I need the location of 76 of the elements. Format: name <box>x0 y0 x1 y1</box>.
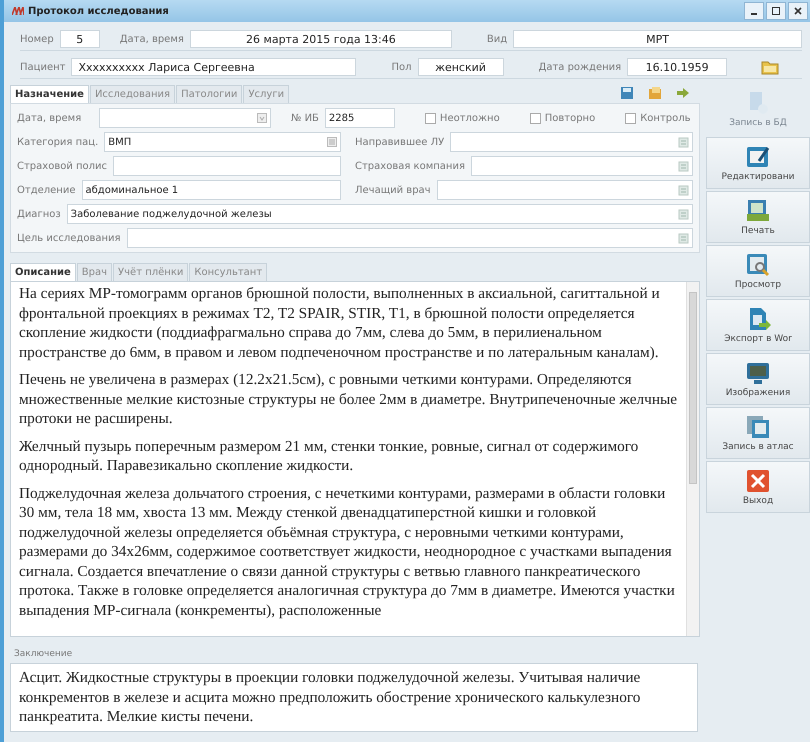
field-label: Страховая компания <box>355 160 465 172</box>
description-text-area[interactable] <box>10 281 700 637</box>
paragraph: Печень не увеличена в размерах (12.2х21.5см), с ровными четкими контурами. Определяются множественные мелкие кистозные структуры не более 2мм в диаметре. Внутрипеченочные желчные протоки не расширены. <box>19 370 678 428</box>
field-label: Дата, время <box>17 112 82 124</box>
field-label: Дата рождения <box>538 62 622 72</box>
sex-field[interactable]: женский <box>418 58 504 76</box>
purpose-field[interactable] <box>126 228 693 248</box>
field-label: Категория пац. <box>17 136 98 148</box>
calendar-icon[interactable] <box>257 113 267 123</box>
field-label: Направившее ЛУ <box>355 136 444 148</box>
monitor-icon <box>745 360 771 386</box>
toolbar-button[interactable]: Печать <box>706 191 810 243</box>
case-number-field[interactable]: 2285 <box>324 108 395 128</box>
field-label: Страховой полис <box>17 160 108 172</box>
field-label: Пациент <box>20 62 66 72</box>
list-icon[interactable] <box>327 137 337 147</box>
toolbar-button[interactable]: Просмотр <box>706 245 810 297</box>
patient-field[interactable]: Xxxxxxxxxx Лариса Сергеевна <box>71 58 356 76</box>
department-field[interactable]: абдоминальное 1 <box>82 180 341 200</box>
lookup-icon[interactable] <box>678 136 689 148</box>
tab[interactable]: Описание <box>10 263 76 281</box>
field-label: № ИБ <box>291 112 319 124</box>
maximize-button[interactable] <box>766 2 786 20</box>
paragraph: Поджелудочная железа дольчатого строения, с нечеткими контурами, размерами в области головки 30 мм, тела 18 мм, хвоста 13 мм. Между стенкой двенадцатиперстной кишки и головкой поджелудочной железы определяется объёмная структура, с неровными четкими контурами, размерами до 34х26мм, содержимое соответствует жидкости, неоднородное с участками выпадения сигнала. Создается впечатление о связи данной структуры с ветвью главного панкреатического протока. Также в головке определяется аналогичная структура до 7мм в диаметре. Имеются участки выпадения МР-сигнала (конкременты), расположенные <box>19 484 676 620</box>
number-field[interactable]: 5 <box>60 30 100 48</box>
window-title: Протокол исследования <box>28 6 169 16</box>
edit-icon <box>745 144 771 170</box>
field-label: Вид <box>486 34 508 44</box>
lookup-icon[interactable] <box>678 160 689 172</box>
atlas-icon <box>745 414 771 440</box>
datetime-field[interactable]: 26 марта 2015 года 13:46 <box>190 30 452 48</box>
toolbar-button[interactable]: Редактировани <box>706 137 810 189</box>
save-icon[interactable] <box>620 86 634 100</box>
scrollbar[interactable] <box>686 282 699 636</box>
field-label: Пол <box>391 62 412 72</box>
preview-icon <box>745 252 771 278</box>
birth-date-field[interactable]: 16.10.1959 <box>627 58 728 76</box>
insurer-field[interactable] <box>470 156 693 176</box>
arrow-icon[interactable] <box>676 86 690 100</box>
close-icon <box>745 468 771 494</box>
lookup-icon[interactable] <box>678 184 689 196</box>
logo-icon <box>12 7 24 15</box>
category-field[interactable]: ВМП <box>104 132 341 152</box>
field-label: Цель исследования <box>17 232 121 244</box>
paragraph: На сериях МР-томограмм органов брюшной полости, выполненных в аксиальной, сагиттальной и фронтальной проекциях в режимах T2, T2 SPAIR, STIR, T1, в брюшной полости определяется скопление жидкости (поддиафрагмально справа до 7мм, слева до 5мм, в перилиенальном пространстве до 6мм, в правом и левом подпеченочном пространстве и по латеральным каналам). <box>19 284 661 362</box>
policy-field[interactable] <box>113 156 341 176</box>
diagnosis-field[interactable]: Заболевание поджелудочной железы <box>66 204 693 224</box>
field-label: Отделение <box>17 184 76 196</box>
maximize-icon <box>772 7 780 15</box>
toolbar-button[interactable]: Экспорт в Wor <box>706 299 810 351</box>
checkbox[interactable]: Неотложно <box>424 112 500 124</box>
toolbar-button[interactable]: Изображения <box>706 353 810 405</box>
field-label: Номер <box>20 34 54 44</box>
type-field[interactable]: МРТ <box>513 30 802 48</box>
field-label: Лечащий врач <box>355 184 431 196</box>
toolbar-button[interactable]: Запись в атлас <box>706 407 810 459</box>
referrer-field[interactable] <box>450 132 693 152</box>
minimize-button[interactable] <box>744 2 764 20</box>
close-button[interactable] <box>788 2 808 20</box>
checkbox[interactable]: Повторно <box>530 112 596 124</box>
field-label: Диагноз <box>17 208 61 220</box>
folder-icon[interactable] <box>761 60 780 74</box>
checkbox[interactable]: Контроль <box>625 112 691 124</box>
section-label: Заключение <box>14 649 74 659</box>
field-label: Дата, время <box>120 34 184 44</box>
folder-icon[interactable] <box>648 86 662 100</box>
toolbar-button[interactable]: Выход <box>706 461 810 513</box>
conclusion-text-area[interactable]: Асцит. Жидкостные структуры в проекции головки поджелудочной железы. Учитывая наличие конкрементов в железе и асцита можно предположить обострение хронического калькулезного панкреатита. Мелкие кисты печени. <box>10 663 698 732</box>
lookup-icon[interactable] <box>678 232 689 244</box>
date-field[interactable] <box>99 108 271 128</box>
lookup-icon[interactable] <box>678 208 689 220</box>
doctor-field[interactable] <box>436 180 693 200</box>
close-icon <box>794 7 802 15</box>
tab[interactable]: Назначение <box>10 85 89 103</box>
paragraph: Желчный пузырь поперечным размером 21 мм, стенки тонкие, ровные, сигнал от содержимого однородный. Паравезикально скопление жидкости. <box>19 436 640 476</box>
printer-icon <box>745 198 771 224</box>
